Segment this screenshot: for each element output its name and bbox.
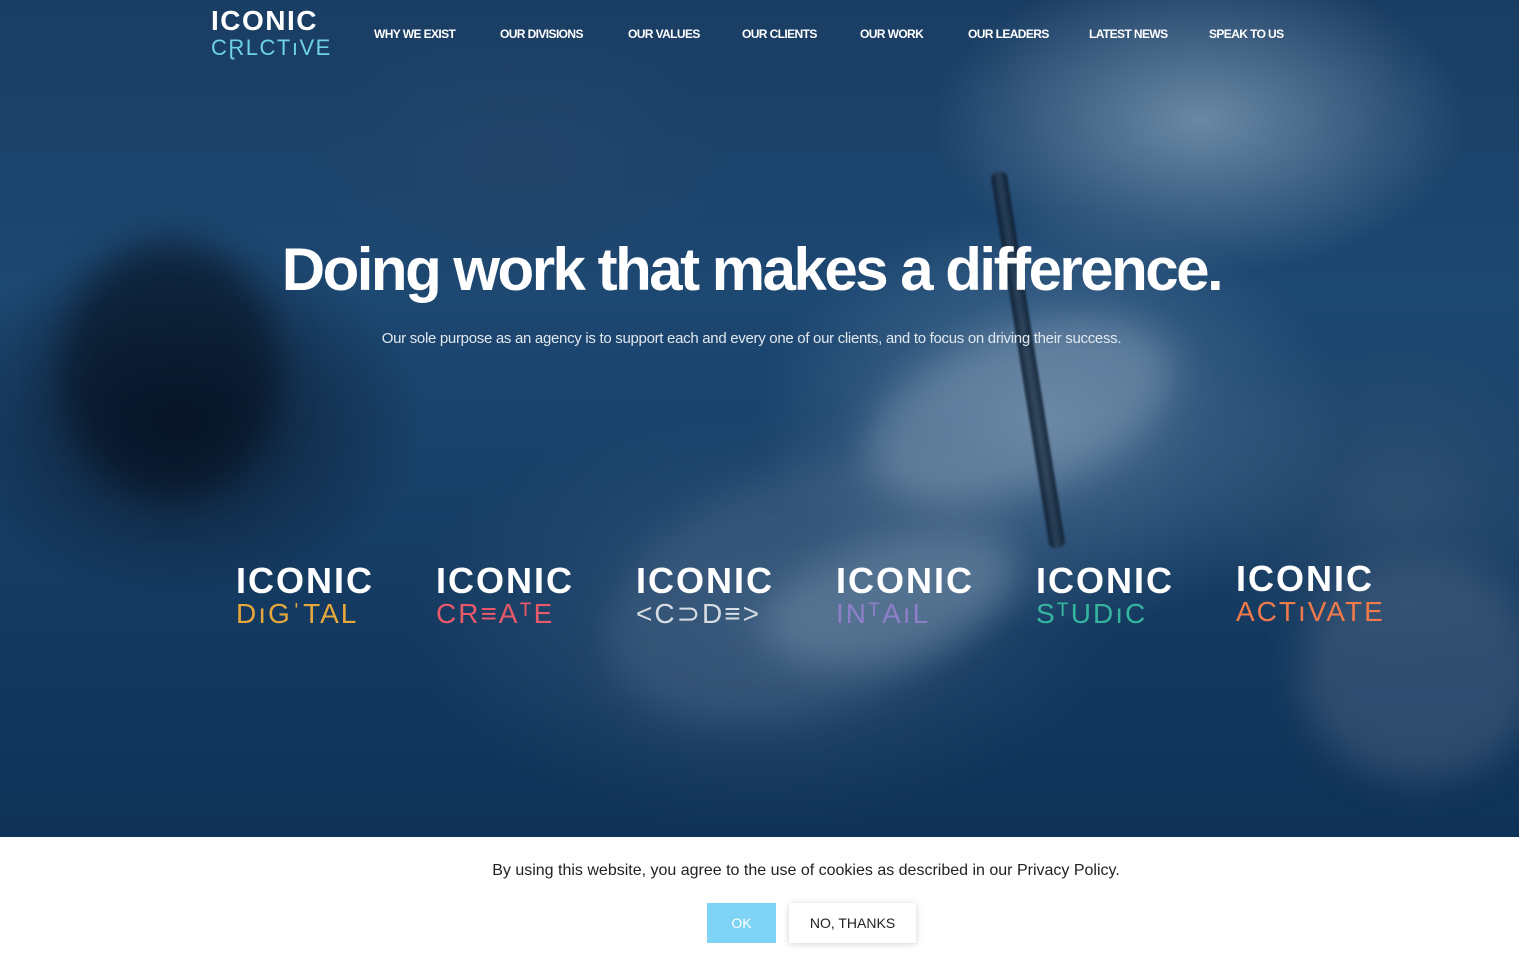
division-brand: ICONIC	[836, 560, 974, 601]
division-brand: ICONIC	[636, 560, 774, 601]
division-brand: ICONIC	[1036, 560, 1174, 601]
nav-our-clients[interactable]: OUR CLIENTS	[742, 27, 817, 41]
nav-why-we-exist[interactable]: WHY WE EXIST	[374, 27, 456, 41]
nav-our-leaders[interactable]: OUR LEADERS	[968, 27, 1049, 41]
cookie-decline-button[interactable]: NO, THANKS	[789, 903, 916, 943]
site-logo[interactable]: ICONIC CⱤLCTıVE	[211, 5, 332, 60]
division-name: CR≡AᵀE	[436, 598, 555, 629]
logo-word-collective: CⱤLCTıVE	[211, 35, 332, 60]
division-logo-code[interactable]: ICONIC <C⊃D≡>	[636, 563, 781, 629]
division-name: <C⊃D≡>	[636, 598, 761, 629]
division-name: SᵀUDıC	[1036, 598, 1148, 629]
nav-our-values[interactable]: OUR VALUES	[628, 27, 700, 41]
hero-headline: Doing work that makes a difference.	[281, 236, 1224, 303]
nav-our-work[interactable]: OUR WORK	[860, 27, 924, 41]
nav-latest-news[interactable]: LATEST NEWS	[1089, 27, 1168, 41]
division-logo-studio[interactable]: ICONIC SᵀUDıC	[1036, 563, 1181, 629]
hero-subheadline: Our sole purpose as an agency is to supp…	[381, 330, 1122, 347]
cookie-message: By using this website, you agree to the …	[492, 862, 1120, 879]
division-brand: ICONIC	[436, 560, 574, 601]
division-logo-digital[interactable]: ICONIC DıGˈTAL	[236, 563, 381, 629]
logo-word-iconic: ICONIC	[211, 5, 318, 36]
hero-background: ICONIC CⱤLCTıVE WHY WE EXIST OUR DIVISIO…	[0, 0, 1519, 837]
cookie-accept-button[interactable]: OK	[707, 903, 776, 943]
division-brand: ICONIC	[1236, 558, 1374, 599]
division-name: INᵀAıL	[836, 598, 931, 629]
division-brand: ICONIC	[236, 560, 374, 601]
cookie-banner: By using this website, you agree to the …	[0, 837, 1519, 959]
nav-our-divisions[interactable]: OUR DIVISIONS	[500, 27, 583, 41]
division-logo-create[interactable]: ICONIC CR≡AᵀE	[436, 563, 581, 629]
division-name: ACTıVATE	[1236, 596, 1385, 627]
division-logo-intail[interactable]: ICONIC INᵀAıL	[836, 563, 981, 629]
division-name: DıGˈTAL	[236, 598, 359, 629]
nav-speak-to-us[interactable]: SPEAK TO US	[1209, 27, 1284, 41]
division-logo-activate[interactable]: ICONIC ACTıVATE	[1236, 558, 1385, 627]
